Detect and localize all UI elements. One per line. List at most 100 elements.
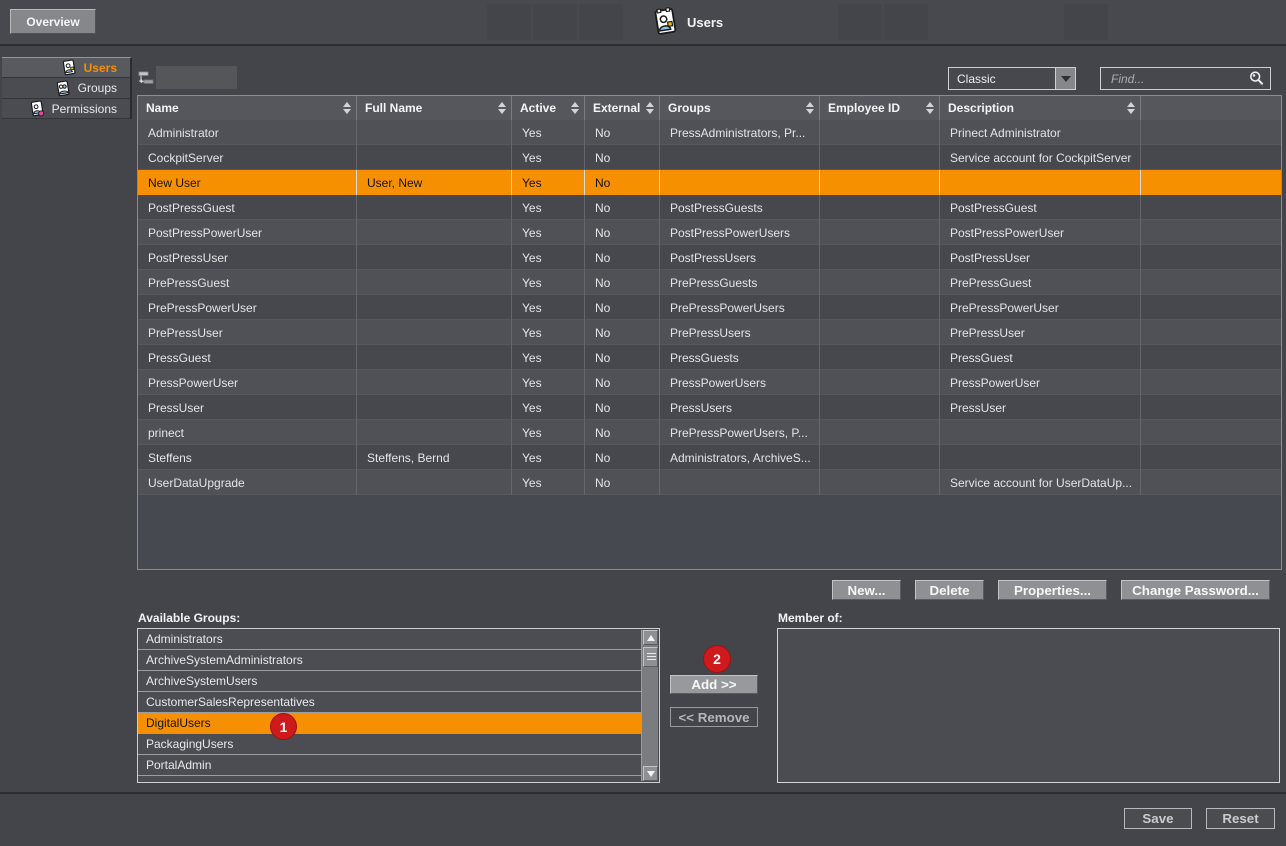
sort-icon [1127,102,1135,114]
cell-active: Yes [512,345,585,370]
chevron-down-icon[interactable] [1055,68,1075,89]
group-list-item[interactable]: PortalAdmin [138,755,642,776]
cell-external: No [585,195,660,220]
table-row[interactable]: PrePressPowerUserYesNoPrePressPowerUsers… [138,295,1281,320]
column-header-employee_id[interactable]: Employee ID [820,96,940,120]
overview-button[interactable]: Overview [10,9,96,34]
cell-full_name [357,420,512,445]
cell-groups: PostPressGuests [660,195,820,220]
cell-external: No [585,145,660,170]
group-list-item[interactable]: ArchiveSystemAdministrators [138,650,642,671]
member-of-list[interactable] [777,628,1280,783]
cell-external: No [585,270,660,295]
group-list-item[interactable]: ArchiveSystemUsers [138,671,642,692]
properties-button[interactable]: Properties... [998,580,1107,600]
filter-field-empty[interactable] [156,66,237,89]
column-header-description[interactable]: Description [940,96,1141,120]
delete-button[interactable]: Delete [915,580,984,600]
table-row[interactable]: prinectYesNoPrePressPowerUsers, P... [138,420,1281,445]
cell-active: Yes [512,270,585,295]
cell-external: No [585,370,660,395]
column-header-external[interactable]: External [585,96,660,120]
reset-button[interactable]: Reset [1206,808,1275,829]
table-row[interactable]: PressUserYesNoPressUsersPressUser [138,395,1281,420]
cell-name: PressGuest [138,345,357,370]
sidebar-item-label: Users [84,61,117,75]
cell-name: New User [138,170,357,195]
table-row[interactable]: UserDataUpgradeYesNoService account for … [138,470,1281,495]
table-row[interactable]: PrePressGuestYesNoPrePressGuestsPrePress… [138,270,1281,295]
table-row[interactable]: New UserUser, NewYesNo [138,170,1281,195]
add-button[interactable]: Add >> [670,675,758,694]
cell-description: PressPowerUser [940,370,1141,395]
cell-full_name [357,145,512,170]
table-row[interactable]: AdministratorYesNoPressAdministrators, P… [138,120,1281,145]
cell-name: PrePressPowerUser [138,295,357,320]
view-mode-value: Classic [949,72,1055,86]
column-header-label: Description [948,101,1014,115]
table-row[interactable]: PostPressPowerUserYesNoPostPressPowerUse… [138,220,1281,245]
cell-full_name: User, New [357,170,512,195]
cell-external: No [585,170,660,195]
column-header-groups[interactable]: Groups [660,96,820,120]
scroll-down-icon[interactable] [643,766,658,781]
cell-active: Yes [512,420,585,445]
scrollbar-thumb[interactable] [643,647,658,667]
cell-active: Yes [512,295,585,320]
sidebar-item-label: Permissions [52,102,117,116]
column-header-active[interactable]: Active [512,96,585,120]
new-button[interactable]: New... [832,580,901,600]
cell-groups: PrePressUsers [660,320,820,345]
table-row[interactable]: PressPowerUserYesNoPressPowerUsersPressP… [138,370,1281,395]
group-list-item[interactable]: PackagingUsers [138,734,642,755]
table-row[interactable]: PrePressUserYesNoPrePressUsersPrePressUs… [138,320,1281,345]
ghost-slot [884,4,928,40]
group-list-item[interactable]: DigitalUsers [138,713,642,734]
cell-active: Yes [512,470,585,495]
cell-full_name [357,195,512,220]
save-button[interactable]: Save [1124,808,1192,829]
sort-icon [926,102,934,114]
scrollbar[interactable] [641,630,658,781]
sidebar-item-groups[interactable]: Groups [2,78,132,99]
table-header-row: NameFull NameActiveExternalGroupsEmploye… [138,96,1281,120]
cell-name: PressUser [138,395,357,420]
table-row[interactable]: SteffensSteffens, BerndYesNoAdministrato… [138,445,1281,470]
change-password-button[interactable]: Change Password... [1121,580,1270,600]
view-mode-dropdown[interactable]: Classic [948,67,1076,90]
cell-name: Steffens [138,445,357,470]
cell-full_name [357,370,512,395]
cell-name: PrePressGuest [138,270,357,295]
table-row[interactable]: PressGuestYesNoPressGuestsPressGuest [138,345,1281,370]
find-input[interactable]: Find... [1100,67,1271,90]
groups-card-icon [55,80,71,97]
cell-external: No [585,120,660,145]
cell-active: Yes [512,320,585,345]
cell-description: PostPressPowerUser [940,220,1141,245]
scroll-up-icon[interactable] [643,630,658,645]
sidebar-item-permissions[interactable]: Permissions [2,99,132,119]
users-card-icon [651,7,679,37]
remove-button[interactable]: << Remove [670,707,758,727]
cell-name: PostPressUser [138,245,357,270]
cell-employee_id [820,345,940,370]
cell-description: Service account for CockpitServer [940,145,1141,170]
group-list-item[interactable]: Administrators [138,629,642,650]
table-row[interactable]: PostPressUserYesNoPostPressUsersPostPres… [138,245,1281,270]
column-header-full_name[interactable]: Full Name [357,96,512,120]
table-row[interactable]: PostPressGuestYesNoPostPressGuestsPostPr… [138,195,1281,220]
cell-external: No [585,420,660,445]
sort-icon [498,102,506,114]
ghost-slot [487,4,531,40]
search-icon[interactable] [1248,70,1270,87]
table-row[interactable]: CockpitServerYesNoService account for Co… [138,145,1281,170]
cell-groups: PrePressPowerUsers [660,295,820,320]
available-groups-list[interactable]: AdministratorsArchiveSystemAdministrator… [137,628,660,783]
cell-full_name [357,220,512,245]
cell-groups: PressPowerUsers [660,370,820,395]
tree-structure-icon[interactable] [138,69,155,86]
cell-employee_id [820,195,940,220]
group-list-item[interactable]: CustomerSalesRepresentatives [138,692,642,713]
column-header-name[interactable]: Name [138,96,357,120]
sidebar-item-users[interactable]: Users [2,57,132,78]
